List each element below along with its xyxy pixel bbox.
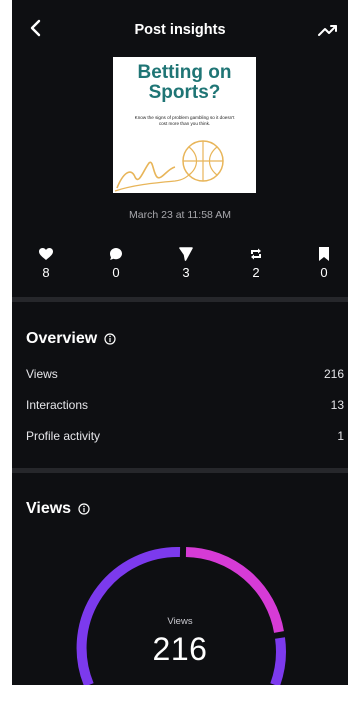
screenshot-frame: Post insights Betting on Sports? Know th… — [0, 0, 349, 707]
gauge-value: 216 — [152, 631, 208, 667]
heart-icon — [26, 246, 66, 262]
shares-count: 3 — [182, 265, 190, 280]
views-heading: Views — [26, 500, 90, 518]
row-label: Views — [26, 367, 58, 381]
repost-icon — [236, 246, 276, 262]
basketball-illustration — [114, 140, 224, 192]
section-divider — [12, 468, 348, 473]
overview-row-interactions: Interactions 13 — [26, 398, 344, 412]
post-date: March 23 at 11:58 AM — [129, 209, 231, 221]
overview-title: Overview — [26, 330, 98, 347]
section-divider — [12, 297, 348, 302]
overview-row-views: Views 216 — [26, 367, 344, 381]
gauge-label: Views — [167, 616, 193, 627]
row-value: 1 — [337, 429, 344, 443]
trend-button[interactable] — [314, 18, 342, 46]
comment-icon — [96, 246, 136, 262]
thumbnail-subtitle: Know the signs of problem gambling so it… — [134, 115, 235, 126]
trend-icon — [317, 22, 339, 43]
row-label: Interactions — [26, 398, 89, 412]
saves-count: 0 — [320, 265, 328, 280]
stat-likes: 8 — [26, 246, 66, 280]
app-screen: Post insights Betting on Sports? Know th… — [12, 0, 348, 685]
row-value: 216 — [323, 367, 344, 381]
row-value: 13 — [330, 398, 344, 412]
bookmark-icon — [304, 246, 344, 262]
stat-comments: 0 — [96, 246, 136, 280]
stat-reposts: 2 — [236, 246, 276, 280]
reposts-count: 2 — [252, 265, 260, 280]
info-icon[interactable] — [104, 333, 116, 345]
row-label: Profile activity — [26, 429, 101, 443]
likes-count: 8 — [42, 265, 50, 280]
overview-row-profile-activity: Profile activity 1 — [26, 429, 344, 443]
page-title: Post insights — [134, 22, 226, 38]
post-thumbnail[interactable]: Betting on Sports? Know the signs of pro… — [113, 57, 256, 193]
stat-shares: 3 — [166, 246, 206, 280]
views-title: Views — [26, 500, 72, 517]
send-icon — [166, 246, 206, 262]
stat-saves: 0 — [304, 246, 344, 280]
info-icon[interactable] — [78, 503, 90, 515]
comments-count: 0 — [112, 265, 120, 280]
overview-heading: Overview — [26, 330, 116, 348]
thumbnail-title: Betting on Sports? — [137, 62, 232, 103]
header: Post insights — [12, 0, 348, 60]
